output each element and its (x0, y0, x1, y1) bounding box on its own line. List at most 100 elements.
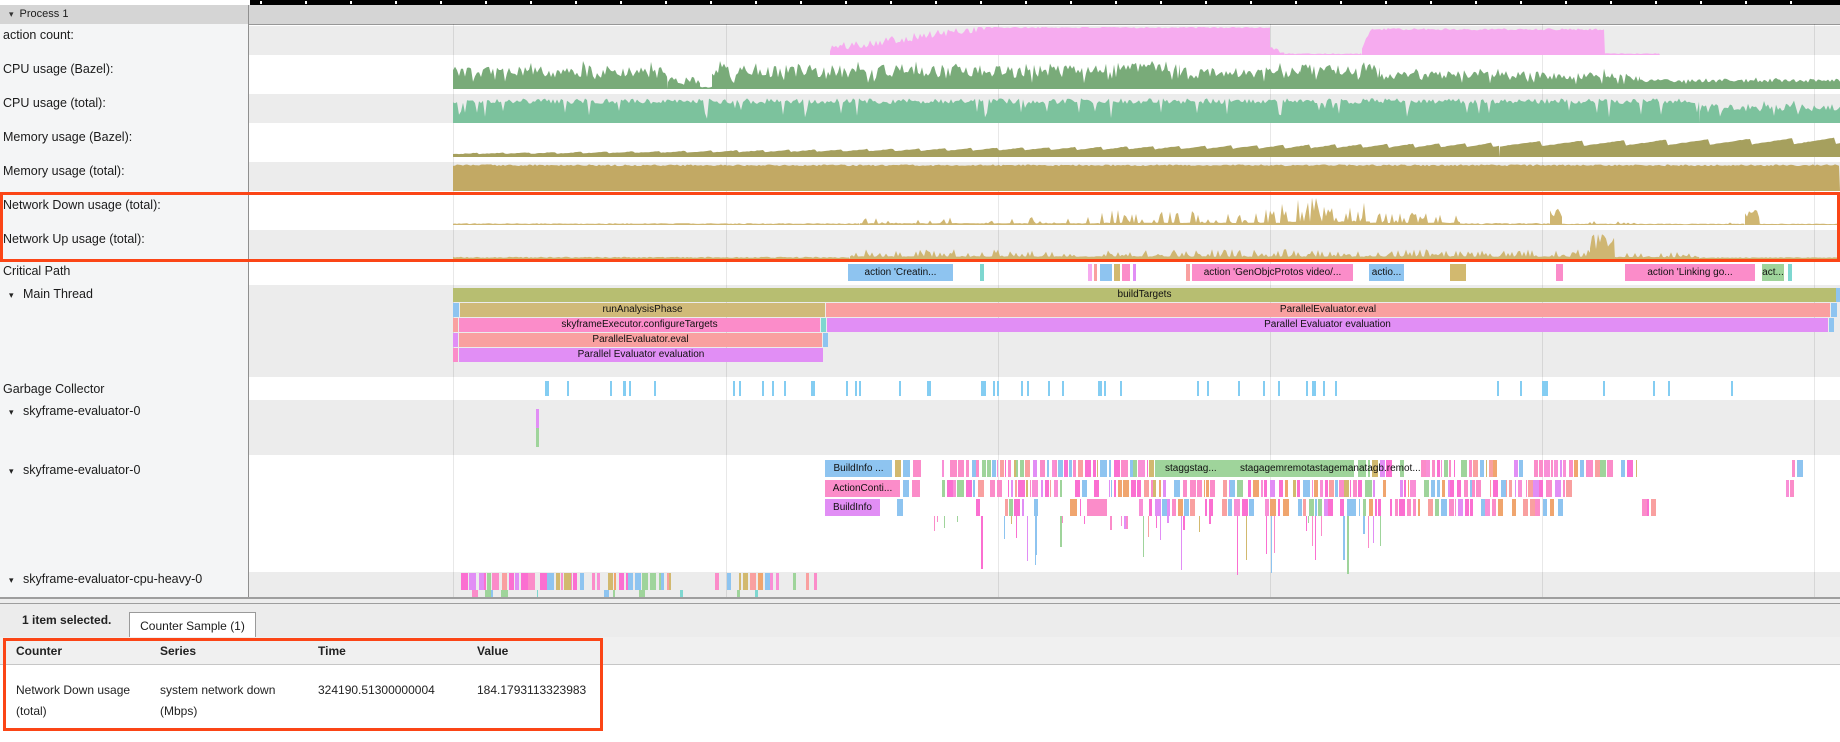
main-thread-slice[interactable] (1831, 303, 1837, 317)
cpu-heavy-slice[interactable] (793, 573, 796, 590)
gc-tick[interactable] (1197, 381, 1199, 396)
trace-slice[interactable] (1493, 460, 1497, 477)
main-thread-slice[interactable]: Parallel Evaluator evaluation (827, 318, 1828, 332)
trace-slice[interactable] (958, 460, 964, 477)
trace-slice[interactable] (1328, 499, 1332, 516)
trace-slice[interactable] (1442, 480, 1446, 497)
trace-slice[interactable] (556, 573, 560, 590)
trace-slice[interactable] (1172, 499, 1177, 516)
trace-slice[interactable] (1097, 460, 1098, 477)
evaluator-slice[interactable] (895, 460, 901, 477)
trace-slice[interactable] (1303, 499, 1307, 516)
trace-slice[interactable] (1550, 499, 1555, 516)
trace-slice[interactable] (1008, 480, 1010, 497)
trace-slice[interactable] (547, 573, 554, 590)
trace-slice[interactable] (1253, 480, 1259, 497)
trace-slice[interactable] (1455, 499, 1456, 516)
trace-slice[interactable] (1167, 499, 1170, 516)
trace-slice[interactable] (642, 573, 648, 590)
critical-path-slice[interactable] (1094, 264, 1097, 281)
trace-slice[interactable] (1008, 460, 1011, 477)
trace-slice[interactable] (580, 573, 585, 590)
trace-slice[interactable] (650, 573, 656, 590)
main-thread-slice[interactable] (823, 333, 828, 347)
gc-tick[interactable] (545, 381, 549, 396)
trace-slice[interactable] (1050, 480, 1052, 497)
trace-slice[interactable] (1307, 480, 1310, 497)
trace-slice[interactable] (1627, 460, 1633, 477)
tab-counter-sample[interactable]: Counter Sample (1) (129, 612, 256, 638)
trace-slice[interactable] (1353, 480, 1356, 497)
main-thread-slice[interactable]: buildTargets (453, 288, 1836, 302)
panel-divider[interactable] (0, 597, 1840, 604)
trace-slice[interactable] (1523, 499, 1528, 516)
trace-slice[interactable] (982, 460, 986, 477)
trace-slice[interactable] (597, 573, 599, 590)
trace-slice[interactable] (1183, 480, 1187, 497)
trace-slice[interactable] (1033, 460, 1037, 477)
trace-slice[interactable] (1344, 480, 1349, 497)
trace-slice[interactable] (1512, 499, 1516, 516)
trace-slice[interactable] (1530, 499, 1535, 516)
trace-slice[interactable] (1000, 460, 1004, 477)
trace-slice[interactable] (966, 460, 969, 477)
trace-slice[interactable] (1498, 499, 1503, 516)
critical-path-slice[interactable]: act... (1762, 264, 1784, 281)
gc-tick[interactable] (784, 381, 786, 396)
sidebar-track-skyframe-evaluator-0[interactable]: ▾skyframe-evaluator-0 (0, 403, 248, 421)
main-thread-slice[interactable]: ParallelEvaluator.eval (826, 303, 1830, 317)
trace-slice[interactable] (502, 573, 507, 590)
trace-slice[interactable] (1005, 460, 1006, 477)
gc-tick[interactable] (1731, 381, 1733, 396)
trace-slice[interactable] (1407, 499, 1412, 516)
gc-tick[interactable] (855, 381, 857, 396)
trace-slice[interactable] (661, 573, 664, 590)
trace-slice[interactable] (1197, 480, 1202, 497)
critical-path-slice[interactable] (1556, 264, 1563, 281)
trace-slice[interactable] (1111, 480, 1113, 497)
trace-slice[interactable] (1265, 499, 1270, 516)
trace-slice[interactable] (1279, 480, 1282, 497)
trace-slice[interactable] (1016, 460, 1018, 477)
trace-slice[interactable] (1546, 480, 1552, 497)
trace-slice[interactable] (1490, 480, 1492, 497)
trace-slice[interactable] (1139, 499, 1143, 516)
trace-slice[interactable] (1222, 499, 1227, 516)
gc-tick[interactable] (772, 381, 774, 396)
gc-tick[interactable] (1104, 381, 1106, 396)
trace-slice[interactable] (1249, 499, 1254, 516)
critical-path-slice[interactable] (1114, 264, 1120, 281)
collapse-track-icon[interactable]: ▾ (9, 407, 14, 418)
trace-slice[interactable] (1437, 480, 1439, 497)
gc-tick[interactable] (1098, 381, 1102, 396)
trace-slice[interactable] (1114, 480, 1117, 497)
critical-path-slice[interactable] (980, 264, 984, 281)
trace-slice[interactable] (1058, 460, 1063, 477)
trace-slice[interactable] (1580, 460, 1584, 477)
sidebar-track-skyframe-evaluator-cpu-heavy-0[interactable]: ▾skyframe-evaluator-cpu-heavy-0 (0, 571, 248, 589)
trace-slice[interactable] (973, 480, 976, 497)
trace-slice[interactable] (1149, 499, 1152, 516)
critical-path-slice[interactable]: action 'Creatin... (848, 264, 953, 281)
trace-slice[interactable] (1082, 480, 1087, 497)
evaluator-slice[interactable]: BuildInfo ... (825, 460, 892, 477)
trace-slice[interactable] (1237, 480, 1244, 497)
trace-slice[interactable] (1533, 480, 1539, 497)
trace-slice[interactable] (1544, 460, 1551, 477)
trace-slice[interactable] (942, 480, 945, 497)
trace-slice[interactable] (1363, 499, 1367, 516)
trace-slice[interactable] (1515, 480, 1516, 497)
critical-path-slice[interactable] (1133, 264, 1136, 281)
trace-slice[interactable] (1493, 480, 1498, 497)
trace-slice[interactable] (540, 573, 547, 590)
trace-slice[interactable] (608, 573, 613, 590)
trace-slice[interactable] (1190, 480, 1196, 497)
gc-tick[interactable] (1542, 381, 1544, 396)
trace-slice[interactable] (472, 590, 478, 597)
trace-slice[interactable] (491, 590, 493, 597)
counter-chart-memory-usage-total-[interactable] (0, 162, 1840, 191)
trace-slice[interactable] (1528, 480, 1534, 497)
trace-slice[interactable] (1410, 480, 1416, 497)
trace-slice[interactable] (1149, 460, 1154, 477)
trace-slice[interactable] (515, 573, 519, 590)
